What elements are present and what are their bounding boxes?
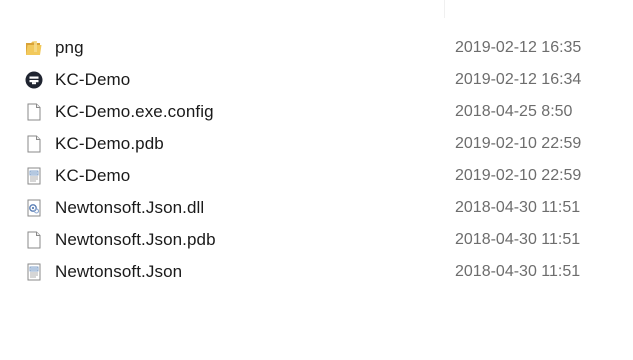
file-row-newtonsoft-json-dll[interactable]: Newtonsoft.Json.dll 2018-04-30 11:51 [18,192,630,224]
app-exe-icon [25,71,43,89]
file-date: 2019-02-12 16:34 [455,71,582,88]
file-row-newtonsoft-json-text[interactable]: Newtonsoft.Json 2018-04-30 11:51 [18,256,630,288]
file-row-png[interactable]: png 2019-02-12 16:35 [18,32,630,64]
file-row-kc-demo-text[interactable]: KC-Demo 2019-02-10 22:59 [18,160,630,192]
file-name: KC-Demo [55,70,131,89]
file-date: 2019-02-10 22:59 [455,167,582,184]
file-name: KC-Demo [55,166,131,185]
file-row-kc-demo-pdb[interactable]: KC-Demo.pdb 2019-02-10 22:59 [18,128,630,160]
file-name: Newtonsoft.Json.dll [55,198,205,217]
file-name: Newtonsoft.Json [55,262,183,281]
file-name: KC-Demo.pdb [55,134,164,153]
column-divider[interactable] [444,0,445,18]
file-date: 2019-02-10 22:59 [455,135,582,152]
folder-icon [26,41,42,55]
file-row-kc-demo-exe[interactable]: KC-Demo 2019-02-12 16:34 [18,64,630,96]
blank-file-icon [27,135,41,153]
file-list: png 2019-02-12 16:35 KC-Demo 2019-02-12 … [0,0,633,360]
file-date: 2018-04-30 11:51 [455,199,581,216]
file-row-newtonsoft-json-pdb[interactable]: Newtonsoft.Json.pdb 2018-04-30 11:51 [18,224,630,256]
file-name: Newtonsoft.Json.pdb [55,230,216,249]
blank-file-icon [27,231,41,249]
file-name: png [55,38,84,57]
file-date: 2018-04-30 11:51 [455,231,581,248]
blank-file-icon [27,103,41,121]
dll-file-icon [27,199,41,217]
file-date: 2018-04-25 8:50 [455,103,573,120]
file-date: 2018-04-30 11:51 [455,263,581,280]
text-file-icon [27,167,41,185]
file-row-kc-demo-exe-config[interactable]: KC-Demo.exe.config 2018-04-25 8:50 [18,96,630,128]
file-date: 2019-02-12 16:35 [455,39,582,56]
text-file-icon [27,263,41,281]
file-name: KC-Demo.exe.config [55,102,214,121]
